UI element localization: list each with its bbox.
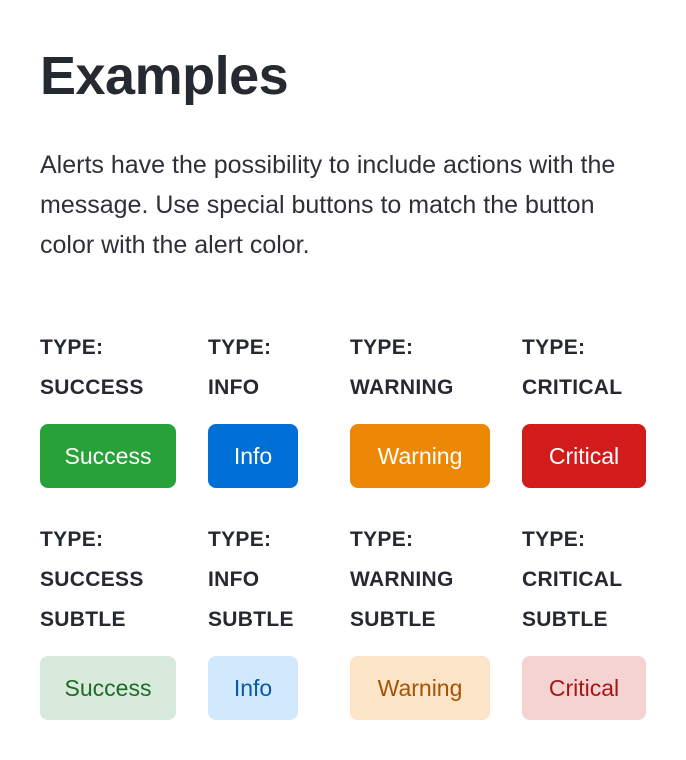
- example-critical: TYPE: CRITICAL Critical: [522, 328, 646, 488]
- critical-button[interactable]: Critical: [522, 424, 646, 488]
- warning-button[interactable]: Warning: [350, 424, 490, 488]
- page-title: Examples: [40, 46, 289, 106]
- type-label-prefix: TYPE:: [522, 528, 586, 551]
- type-label-name: SUCCESS: [40, 568, 144, 591]
- critical-subtle-button[interactable]: Critical: [522, 656, 646, 720]
- example-success: TYPE: SUCCESS Success: [40, 328, 176, 488]
- type-label-prefix: TYPE:: [40, 336, 104, 359]
- type-label-name: WARNING: [350, 376, 454, 399]
- description-text: Alerts have the possibility to include a…: [40, 151, 616, 259]
- info-subtle-button[interactable]: Info: [208, 656, 298, 720]
- type-label-name: SUCCESS: [40, 376, 144, 399]
- warning-subtle-button[interactable]: Warning: [350, 656, 490, 720]
- type-label-variant: SUBTLE: [522, 608, 608, 631]
- type-label-prefix: TYPE:: [350, 336, 414, 359]
- type-label-prefix: TYPE:: [208, 528, 272, 551]
- example-info-subtle: TYPE: INFO SUBTLE Info: [208, 520, 298, 720]
- type-label-prefix: TYPE:: [522, 336, 586, 359]
- type-label-name: CRITICAL: [522, 568, 623, 591]
- success-button[interactable]: Success: [40, 424, 176, 488]
- type-label-variant: SUBTLE: [208, 608, 294, 631]
- example-critical-subtle: TYPE: CRITICAL SUBTLE Critical: [522, 520, 646, 720]
- example-info: TYPE: INFO Info: [208, 328, 298, 488]
- type-label-prefix: TYPE:: [208, 336, 272, 359]
- type-label-variant: SUBTLE: [350, 608, 436, 631]
- example-warning-subtle: TYPE: WARNING SUBTLE Warning: [350, 520, 490, 720]
- type-label-name: CRITICAL: [522, 376, 623, 399]
- type-label-prefix: TYPE:: [40, 528, 104, 551]
- type-label-variant: SUBTLE: [40, 608, 126, 631]
- type-label-name: INFO: [208, 376, 260, 399]
- type-label-prefix: TYPE:: [350, 528, 414, 551]
- example-warning: TYPE: WARNING Warning: [350, 328, 490, 488]
- info-button[interactable]: Info: [208, 424, 298, 488]
- example-success-subtle: TYPE: SUCCESS SUBTLE Success: [40, 520, 176, 720]
- type-label-name: INFO: [208, 568, 260, 591]
- success-subtle-button[interactable]: Success: [40, 656, 176, 720]
- type-label-name: WARNING: [350, 568, 454, 591]
